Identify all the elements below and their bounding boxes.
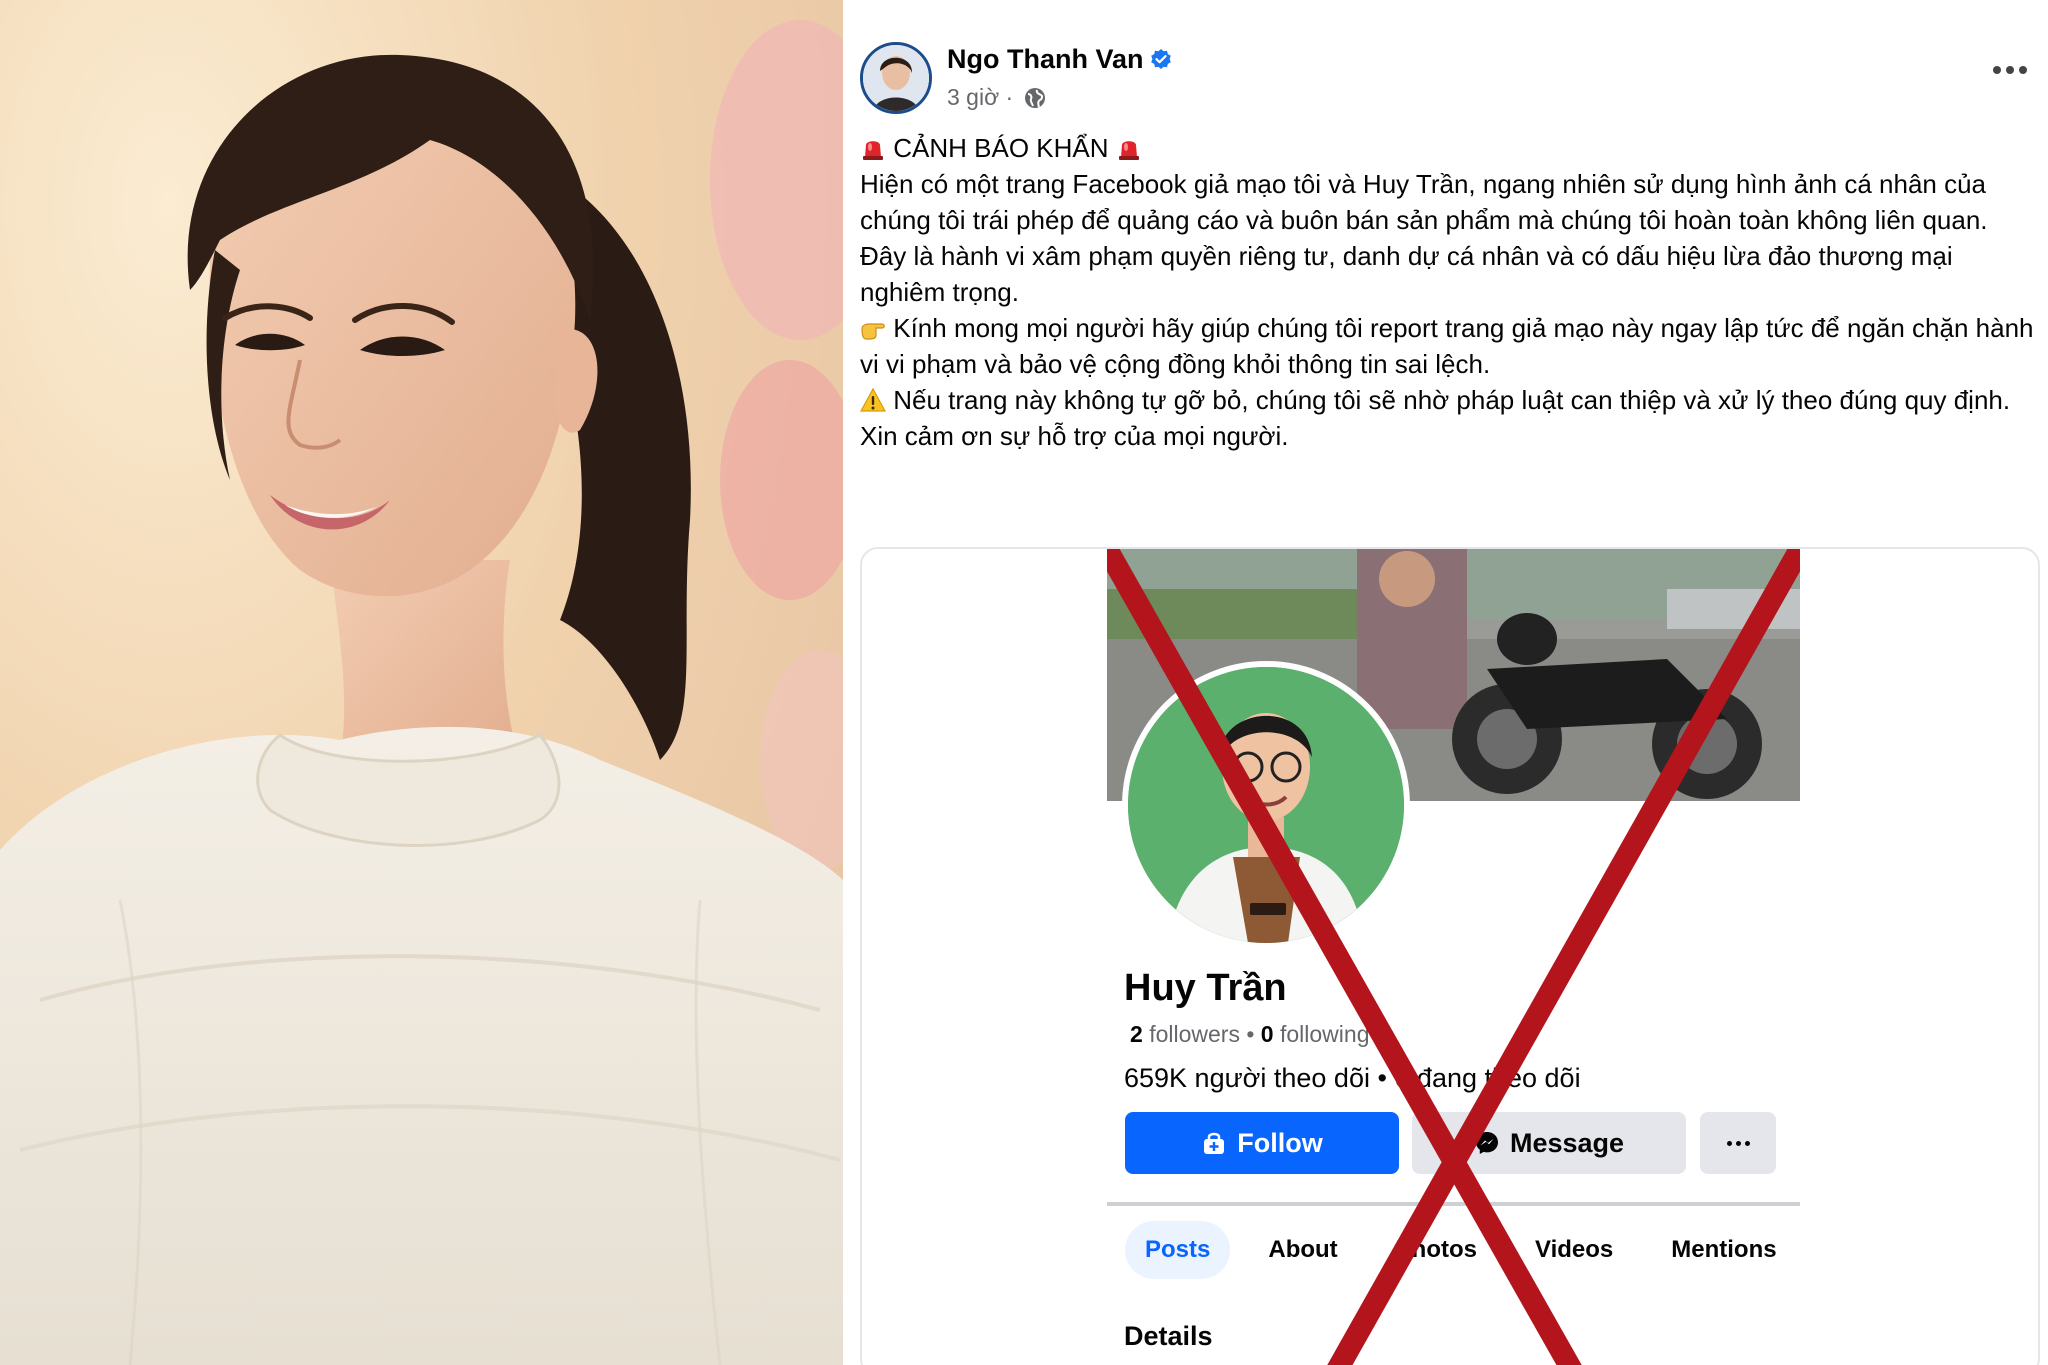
author-name[interactable]: Ngo Thanh Van: [947, 44, 1144, 75]
following-count: 0: [1260, 1021, 1274, 1047]
tab-videos[interactable]: Videos: [1515, 1221, 1633, 1279]
tab-photos[interactable]: Photos: [1376, 1221, 1497, 1279]
message-button[interactable]: Message: [1412, 1112, 1686, 1174]
avatar-image: [863, 45, 929, 111]
alert-line: CẢNH BÁO KHẨN: [860, 130, 2045, 166]
portrait-illustration: [0, 0, 843, 1365]
verified-badge-icon: [1151, 49, 1171, 69]
follow-icon: [1204, 1132, 1225, 1154]
facebook-post: Ngo Thanh Van 3 giờ · CẢNH BÁO KHẨN Hiện…: [853, 0, 2048, 1365]
author-avatar[interactable]: [860, 42, 932, 114]
portrait-photo: [0, 0, 843, 1365]
post-paragraph: Xin cảm ơn sự hỗ trợ của mọi người.: [860, 421, 1289, 451]
details-heading: Details: [1124, 1321, 1213, 1351]
profile-picture[interactable]: [1122, 661, 1410, 949]
pointing-hand-icon: [861, 323, 885, 340]
siren-icon: [863, 141, 883, 160]
post-paragraph: Hiện có một trang Facebook giả mạo tôi v…: [860, 169, 1988, 235]
image-divider: [843, 0, 853, 1365]
tab-posts[interactable]: Posts: [1125, 1221, 1231, 1279]
profile-name[interactable]: Huy Trần: [1124, 967, 1287, 1010]
profile-divider: [1107, 1202, 1800, 1206]
stats-separator: •: [1246, 1021, 1261, 1047]
message-label: Message: [1509, 1127, 1625, 1158]
globe-icon: [1025, 88, 1045, 108]
tab-mentions[interactable]: Mentions: [1651, 1221, 1796, 1279]
followers-label: followers: [1149, 1021, 1240, 1047]
post-paragraph: Nếu trang này không tự gỡ bỏ, chúng tôi …: [893, 385, 2011, 415]
followers-summary: 659K người theo dõi • 6 đang theo dõi: [1124, 1063, 1581, 1093]
follow-stats: 2 followers • 0 following: [1130, 1021, 1369, 1048]
post-text: CẢNH BÁO KHẨN Hiện có một trang Facebook…: [860, 130, 2045, 454]
post-timestamp[interactable]: 3 giờ ·: [947, 84, 1013, 111]
post-paragraph-with-icon: Nếu trang này không tự gỡ bỏ, chúng tôi …: [860, 382, 2045, 418]
follow-button[interactable]: Follow: [1125, 1112, 1399, 1174]
siren-icon: [1118, 141, 1139, 160]
profile-tabs: Posts About Photos Videos Mentions: [1125, 1221, 1815, 1279]
post-paragraph: Kính mong mọi người hãy giúp chúng tôi r…: [860, 313, 2034, 379]
follow-label: Follow: [1237, 1127, 1323, 1158]
profile-more-button[interactable]: [1700, 1112, 1776, 1174]
post-options-icon[interactable]: [1993, 60, 2033, 80]
alert-title: CẢNH BÁO KHẨN: [893, 133, 1109, 163]
post-paragraph-with-icon: Kính mong mọi người hãy giúp chúng tôi r…: [860, 310, 2045, 382]
messenger-icon: [1475, 1132, 1498, 1154]
profile-picture-image: [1128, 667, 1404, 943]
tab-about[interactable]: About: [1248, 1221, 1357, 1279]
following-label: following: [1279, 1021, 1370, 1047]
post-paragraph: Đây là hành vi xâm phạm quyền riêng tư, …: [860, 241, 1953, 307]
fake-profile-screenshot[interactable]: Huy Trần 2 followers • 0 following 659K …: [860, 547, 2040, 1365]
warning-icon: [860, 387, 886, 412]
followers-count: 2: [1130, 1021, 1143, 1047]
